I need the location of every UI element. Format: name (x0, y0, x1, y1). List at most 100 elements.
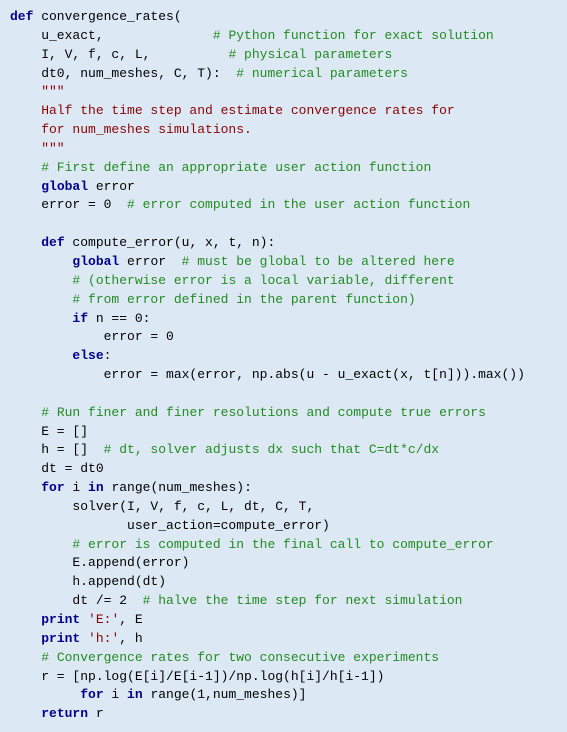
code-line: error = 0 (10, 328, 557, 347)
code-token: in (88, 480, 104, 495)
code-token: solver(I, V, f, c, L, dt, C, T, (10, 499, 314, 514)
code-line (10, 215, 557, 234)
code-token (10, 235, 41, 250)
code-token (10, 480, 41, 495)
code-line: def compute_error(u, x, t, n): (10, 234, 557, 253)
code-line: # error is computed in the final call to… (10, 536, 557, 555)
code-token: for (41, 480, 64, 495)
code-token: if (72, 311, 88, 326)
code-token: convergence_rates( (33, 9, 181, 24)
code-token (10, 631, 41, 646)
code-token: else (72, 348, 103, 363)
code-token: # physical parameters (150, 47, 392, 62)
code-token: # (otherwise error is a local variable, … (72, 273, 454, 288)
code-token (10, 687, 80, 702)
code-token: # First define an appropriate user actio… (10, 160, 431, 175)
code-token: return (41, 706, 88, 721)
code-token: Half the time step and estimate converge… (10, 103, 455, 118)
code-line: E = [] (10, 423, 557, 442)
code-token: for (80, 687, 103, 702)
code-line: h = [] # dt, solver adjusts dx such that… (10, 441, 557, 460)
code-token: print (41, 631, 80, 646)
code-line: for num_meshes simulations. (10, 121, 557, 140)
code-token: error = 0 (10, 197, 127, 212)
code-line: if n == 0: (10, 310, 557, 329)
code-line: # First define an appropriate user actio… (10, 159, 557, 178)
code-token (10, 612, 41, 627)
code-line: else: (10, 347, 557, 366)
code-token (10, 650, 41, 665)
code-token: global (41, 179, 88, 194)
code-token (10, 537, 72, 552)
code-token: # Convergence rates for two consecutive … (41, 650, 439, 665)
code-token: for num_meshes simulations. (10, 122, 252, 137)
code-token: # must be global to be altered here (182, 254, 455, 269)
code-token: h.append(dt) (10, 574, 166, 589)
code-token: 'E:' (88, 612, 119, 627)
code-token: global (72, 254, 119, 269)
code-token: user_action=compute_error) (10, 518, 330, 533)
code-line: for i in range(num_meshes): (10, 479, 557, 498)
code-token: dt0, num_meshes, C, T): (10, 66, 221, 81)
code-token: , E (119, 612, 142, 627)
code-token: h = [] (10, 442, 104, 457)
code-token: i (104, 687, 127, 702)
code-token: def (41, 235, 64, 250)
code-token: i (65, 480, 88, 495)
code-token: range(1,num_meshes)] (143, 687, 307, 702)
code-token (10, 348, 72, 363)
code-line: """ (10, 140, 557, 159)
code-line: E.append(error) (10, 554, 557, 573)
code-token (10, 706, 41, 721)
code-line: # (otherwise error is a local variable, … (10, 272, 557, 291)
code-token: r = [np.log(E[i]/E[i-1])/np.log(h[i]/h[i… (10, 669, 384, 684)
code-line: # Run finer and finer resolutions and co… (10, 404, 557, 423)
code-token: error (88, 179, 135, 194)
code-token: range(num_meshes): (104, 480, 252, 495)
code-token: error = max(error, np.abs(u - u_exact(x,… (10, 367, 525, 382)
code-token: u_exact, (10, 28, 104, 43)
code-line: # Convergence rates for two consecutive … (10, 649, 557, 668)
code-token (10, 254, 72, 269)
code-line: I, V, f, c, L, # physical parameters (10, 46, 557, 65)
code-line: return r (10, 705, 557, 724)
code-line: dt = dt0 (10, 460, 557, 479)
code-token (10, 405, 41, 420)
code-line: # from error defined in the parent funct… (10, 291, 557, 310)
code-line: r = [np.log(E[i]/E[i-1])/np.log(h[i]/h[i… (10, 668, 557, 687)
code-token: # Run finer and finer resolutions and co… (41, 405, 486, 420)
code-container: def convergence_rates( u_exact, # Python… (10, 8, 557, 724)
code-token: E.append(error) (10, 555, 189, 570)
code-line: error = max(error, np.abs(u - u_exact(x,… (10, 366, 557, 385)
code-token: # error is computed in the final call to… (72, 537, 493, 552)
code-token (10, 179, 41, 194)
code-token: print (41, 612, 80, 627)
code-token (10, 292, 72, 307)
code-token: # dt, solver adjusts dx such that C=dt*c… (104, 442, 439, 457)
code-line: """ (10, 83, 557, 102)
code-token: def (10, 9, 33, 24)
code-token: # Python function for exact solution (104, 28, 494, 43)
code-token: """ (10, 84, 65, 99)
code-token: # from error defined in the parent funct… (72, 292, 415, 307)
code-token: error = 0 (10, 329, 174, 344)
code-token (10, 273, 72, 288)
code-token: : (104, 348, 112, 363)
code-line: for i in range(1,num_meshes)] (10, 686, 557, 705)
code-line: dt /= 2 # halve the time step for next s… (10, 592, 557, 611)
code-token (10, 311, 72, 326)
code-line: def convergence_rates( (10, 8, 557, 27)
code-line: Half the time step and estimate converge… (10, 102, 557, 121)
code-line (10, 385, 557, 404)
code-token: I, V, f, c, L, (10, 47, 150, 62)
code-token: dt /= 2 (10, 593, 143, 608)
code-token: # error computed in the user action func… (127, 197, 470, 212)
code-line: print 'E:', E (10, 611, 557, 630)
code-token: # numerical parameters (221, 66, 408, 81)
code-token: 'h:' (88, 631, 119, 646)
code-line: solver(I, V, f, c, L, dt, C, T, (10, 498, 557, 517)
code-token: , h (119, 631, 142, 646)
code-line: dt0, num_meshes, C, T): # numerical para… (10, 65, 557, 84)
code-line: u_exact, # Python function for exact sol… (10, 27, 557, 46)
code-token: r (88, 706, 104, 721)
